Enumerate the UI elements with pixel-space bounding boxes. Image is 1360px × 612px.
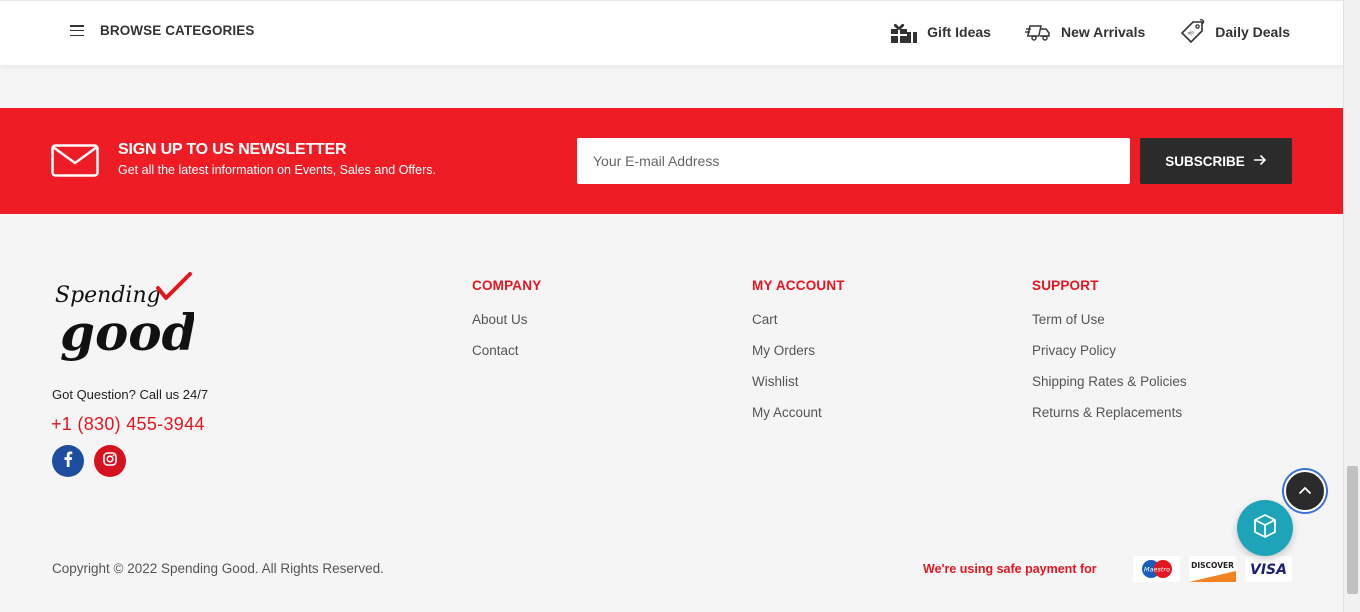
subscribe-label: SUBSCRIBE: [1165, 153, 1245, 169]
footer-link-contact[interactable]: Contact: [472, 342, 541, 360]
nav-link-label: Daily Deals: [1215, 24, 1290, 40]
footer-link-cart[interactable]: Cart: [752, 311, 845, 329]
phone-number-link[interactable]: +1 (830) 455-3944: [51, 414, 205, 435]
safe-payment-text: We're using safe payment for: [923, 562, 1097, 576]
gift-icon: [889, 19, 919, 45]
footer-link-wishlist[interactable]: Wishlist: [752, 373, 845, 391]
footer-link-my-orders[interactable]: My Orders: [752, 342, 845, 360]
instagram-icon: [103, 451, 117, 471]
facebook-button[interactable]: [52, 445, 84, 477]
footer-link-about-us[interactable]: About Us: [472, 311, 541, 329]
support-column: SUPPORT Term of Use Privacy Policy Shipp…: [1032, 278, 1187, 435]
nav-link-label: Gift Ideas: [927, 24, 991, 40]
scroll-to-top-button[interactable]: [1284, 470, 1326, 512]
facebook-icon: [63, 451, 73, 472]
footer-link-my-account[interactable]: My Account: [752, 404, 845, 422]
arrow-right-icon: [1253, 153, 1267, 170]
company-heading: COMPANY: [472, 278, 542, 293]
copyright-text: Copyright © 2022 Spending Good. All Righ…: [52, 561, 384, 576]
envelope-icon: [51, 144, 99, 177]
svg-text:Maestro: Maestro: [1143, 566, 1169, 574]
discover-icon: DISCOVER: [1189, 556, 1236, 582]
scrollbar-thumb[interactable]: [1347, 466, 1358, 594]
newsletter-banner: SIGN UP TO US NEWSLETTER Get all the lat…: [0, 108, 1343, 214]
browse-categories-label: BROWSE CATEGORIES: [100, 23, 255, 38]
instagram-button[interactable]: [94, 445, 126, 477]
my-account-column: MY ACCOUNT Cart My Orders Wishlist My Ac…: [752, 278, 845, 435]
email-input[interactable]: [577, 138, 1130, 184]
my-account-heading: MY ACCOUNT: [752, 278, 845, 293]
page-scrollbar[interactable]: [1343, 0, 1360, 612]
chat-widget-button[interactable]: [1237, 500, 1293, 556]
support-question: Got Question? Call us 24/7: [52, 387, 209, 402]
svg-text:VISA: VISA: [1250, 562, 1287, 578]
chevron-up-icon: [1298, 482, 1312, 500]
social-links: [52, 445, 136, 477]
company-column: COMPANY About Us Contact: [472, 278, 541, 373]
payment-methods: Maestro DISCOVER VISA: [1133, 556, 1292, 582]
svg-text:good: good: [60, 303, 194, 362]
svg-text:%: %: [1187, 29, 1196, 38]
footer-link-shipping-rates[interactable]: Shipping Rates & Policies: [1032, 373, 1187, 391]
spending-good-logo[interactable]: Spending good: [52, 270, 197, 370]
nav-link-label: New Arrivals: [1060, 24, 1146, 40]
visa-icon: VISA: [1245, 556, 1292, 582]
nav-link-new-arrivals[interactable]: New Arrivals: [1023, 19, 1145, 45]
newsletter-title: SIGN UP TO US NEWSLETTER: [118, 141, 347, 158]
tag-icon: %: [1177, 19, 1207, 45]
newsletter-subtitle: Get all the latest information on Events…: [118, 163, 436, 177]
hamburger-menu-icon: [70, 25, 84, 36]
footer-link-privacy-policy[interactable]: Privacy Policy: [1032, 342, 1187, 360]
footer-link-term-of-use[interactable]: Term of Use: [1032, 311, 1187, 329]
cube-icon: [1252, 513, 1278, 544]
browse-categories-button[interactable]: BROWSE CATEGORIES: [70, 23, 254, 38]
nav-link-gift-ideas[interactable]: Gift Ideas: [889, 19, 991, 45]
maestro-icon: Maestro: [1133, 556, 1180, 582]
nav-link-daily-deals[interactable]: % Daily Deals: [1177, 19, 1290, 45]
top-nav-links: Gift Ideas New Arrivals % Daily Deals: [857, 19, 1290, 45]
footer-link-returns[interactable]: Returns & Replacements: [1032, 404, 1187, 422]
subscribe-button[interactable]: SUBSCRIBE: [1140, 138, 1292, 184]
top-navigation-bar: BROWSE CATEGORIES Gift Ideas New Arrival…: [0, 0, 1343, 65]
truck-icon: [1023, 19, 1053, 45]
svg-text:DISCOVER: DISCOVER: [1191, 561, 1234, 570]
support-heading: SUPPORT: [1032, 278, 1099, 293]
